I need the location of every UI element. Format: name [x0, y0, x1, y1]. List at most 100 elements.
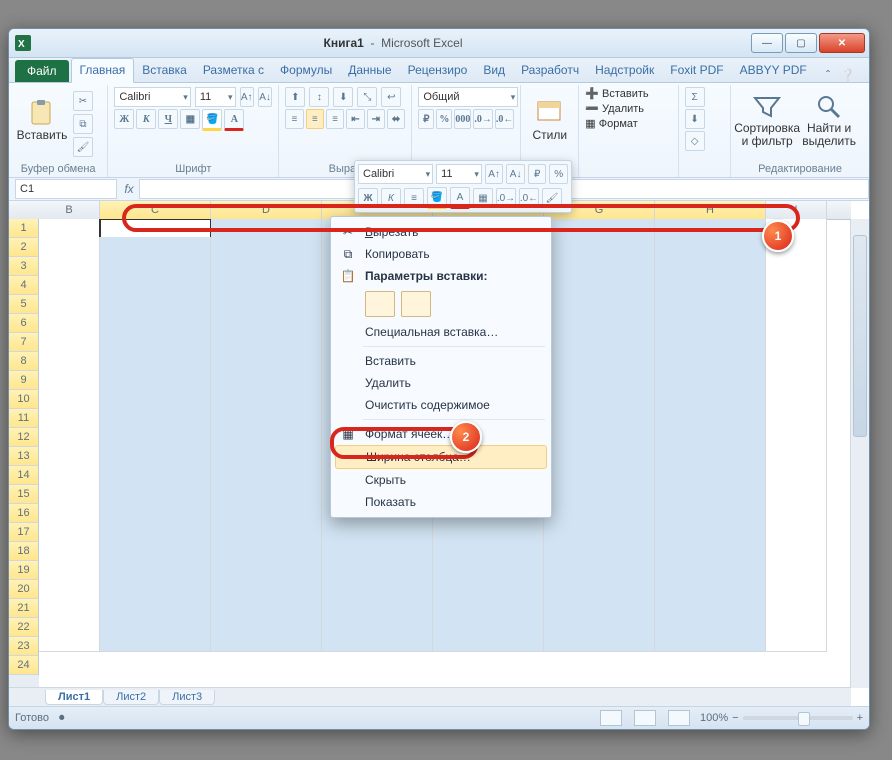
- cell[interactable]: [766, 543, 827, 562]
- cell[interactable]: [100, 327, 211, 346]
- row-header[interactable]: 5: [9, 295, 39, 314]
- cell[interactable]: [655, 363, 766, 382]
- mini-align-icon[interactable]: ≡: [404, 188, 424, 208]
- cell[interactable]: [766, 525, 827, 544]
- mini-decrease-font-icon[interactable]: A↓: [506, 164, 525, 184]
- zoom-in-button[interactable]: +: [857, 712, 863, 724]
- cell[interactable]: [655, 561, 766, 580]
- row-header[interactable]: 3: [9, 257, 39, 276]
- cell[interactable]: [766, 507, 827, 526]
- cell[interactable]: [39, 273, 100, 292]
- cell[interactable]: [211, 597, 322, 616]
- cell[interactable]: [211, 453, 322, 472]
- tab-data[interactable]: Данные: [340, 59, 399, 82]
- cell[interactable]: [39, 579, 100, 598]
- cell[interactable]: [766, 453, 827, 472]
- cell[interactable]: [766, 615, 827, 634]
- cell[interactable]: [39, 363, 100, 382]
- cell[interactable]: [211, 417, 322, 436]
- paste-option-1[interactable]: [365, 291, 395, 317]
- mini-bold-button[interactable]: Ж: [358, 188, 378, 208]
- cell[interactable]: [211, 399, 322, 418]
- tab-review[interactable]: Рецензиро: [400, 59, 476, 82]
- bold-button[interactable]: Ж: [114, 109, 134, 129]
- cell[interactable]: [544, 579, 655, 598]
- thousand-sep-icon[interactable]: 000: [454, 109, 471, 129]
- cell[interactable]: [544, 363, 655, 382]
- paste-option-2[interactable]: [401, 291, 431, 317]
- tab-layout[interactable]: Разметка с: [195, 59, 272, 82]
- ctx-clear[interactable]: Очистить содержимое: [333, 394, 549, 416]
- row-header[interactable]: 22: [9, 618, 39, 637]
- mini-percent-icon[interactable]: %: [549, 164, 568, 184]
- cell[interactable]: [655, 327, 766, 346]
- cell[interactable]: [544, 417, 655, 436]
- mini-increase-font-icon[interactable]: A↑: [485, 164, 504, 184]
- cell[interactable]: [211, 327, 322, 346]
- mini-dec-decimal-icon[interactable]: .0←: [519, 188, 539, 208]
- sheet-tab-3[interactable]: Лист3: [159, 690, 215, 705]
- cell[interactable]: [544, 345, 655, 364]
- cell[interactable]: [544, 435, 655, 454]
- cell[interactable]: [39, 597, 100, 616]
- column-header-I[interactable]: I: [766, 201, 827, 219]
- fx-icon[interactable]: fx: [119, 182, 139, 196]
- cell[interactable]: [39, 543, 100, 562]
- cell[interactable]: [544, 219, 655, 238]
- align-right-icon[interactable]: ≡: [326, 109, 344, 129]
- cell[interactable]: [655, 453, 766, 472]
- mini-format-painter-icon[interactable]: 🖌: [542, 188, 562, 208]
- cell[interactable]: [655, 597, 766, 616]
- cell[interactable]: [655, 633, 766, 652]
- cell[interactable]: [100, 471, 211, 490]
- tab-insert[interactable]: Вставка: [134, 59, 195, 82]
- cell[interactable]: [39, 237, 100, 256]
- copy-icon[interactable]: ⧉: [73, 114, 93, 134]
- align-center-icon[interactable]: ≡: [306, 109, 324, 129]
- number-format-dropdown[interactable]: Общий: [418, 87, 518, 107]
- row-header[interactable]: 16: [9, 504, 39, 523]
- mini-border-icon[interactable]: ▦: [473, 188, 493, 208]
- cell[interactable]: [211, 309, 322, 328]
- cell[interactable]: [39, 615, 100, 634]
- cell[interactable]: [100, 273, 211, 292]
- increase-font-icon[interactable]: A↑: [240, 87, 254, 107]
- column-header-D[interactable]: D: [211, 201, 322, 219]
- inc-decimal-icon[interactable]: .0→: [473, 109, 493, 129]
- row-header[interactable]: 8: [9, 352, 39, 371]
- zoom-out-button[interactable]: −: [732, 712, 738, 724]
- cell[interactable]: [433, 615, 544, 634]
- cell[interactable]: [39, 291, 100, 310]
- cell[interactable]: [544, 633, 655, 652]
- cell[interactable]: [100, 489, 211, 508]
- cell[interactable]: [433, 579, 544, 598]
- cell[interactable]: [655, 219, 766, 238]
- cell[interactable]: [655, 489, 766, 508]
- column-header-C[interactable]: C: [100, 201, 211, 219]
- tab-abbyy[interactable]: ABBYY PDF: [732, 59, 815, 82]
- fill-icon[interactable]: ⬇: [685, 109, 705, 129]
- cell[interactable]: [211, 543, 322, 562]
- cell[interactable]: [39, 633, 100, 652]
- cell[interactable]: [766, 381, 827, 400]
- autosum-icon[interactable]: Σ: [685, 87, 705, 107]
- cell[interactable]: [211, 471, 322, 490]
- cell[interactable]: [766, 597, 827, 616]
- wrap-text-icon[interactable]: ↩: [381, 87, 401, 107]
- cell[interactable]: [655, 255, 766, 274]
- format-painter-icon[interactable]: 🖌: [73, 137, 93, 157]
- percent-icon[interactable]: %: [436, 109, 452, 129]
- cell[interactable]: [211, 345, 322, 364]
- row-header[interactable]: 4: [9, 276, 39, 295]
- row-header[interactable]: 19: [9, 561, 39, 580]
- cell[interactable]: [39, 561, 100, 580]
- cell[interactable]: [100, 291, 211, 310]
- cell[interactable]: [766, 489, 827, 508]
- merge-button[interactable]: ⬌: [387, 109, 405, 129]
- help-icon[interactable]: ❔: [840, 68, 855, 82]
- cell[interactable]: [544, 291, 655, 310]
- font-size-dropdown[interactable]: 11: [195, 87, 236, 107]
- tab-home[interactable]: Главная: [71, 58, 135, 83]
- cell[interactable]: [544, 615, 655, 634]
- tab-file[interactable]: Файл: [15, 60, 69, 82]
